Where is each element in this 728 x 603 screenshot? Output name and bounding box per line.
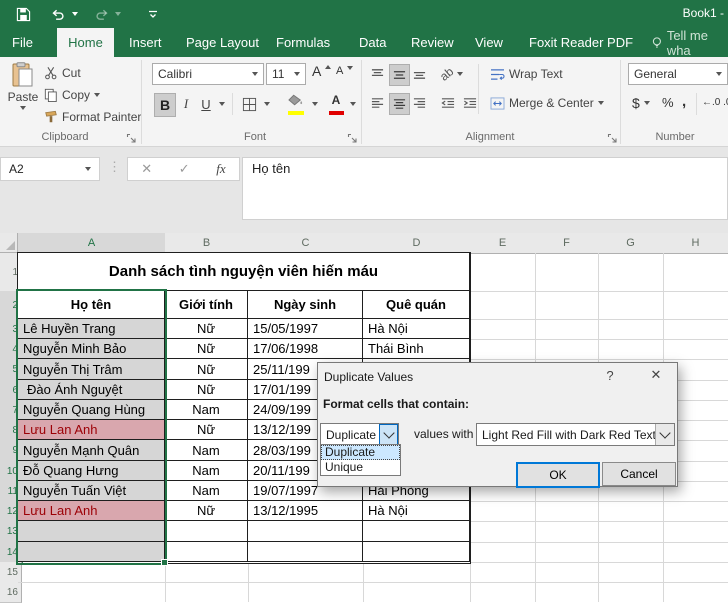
cell-B8[interactable]: Nữ (165, 420, 248, 440)
rule-type-value: Duplicate (321, 428, 376, 442)
cell-B3[interactable]: Nữ (165, 319, 248, 339)
cell-B4[interactable]: Nữ (165, 339, 248, 359)
ok-button[interactable]: OK (516, 462, 600, 488)
cell-A10[interactable]: Đỗ Quang Hưng (18, 461, 165, 481)
cell-D2[interactable]: Quê quán (363, 291, 470, 319)
cell-B9[interactable]: Nam (165, 440, 248, 461)
option-duplicate[interactable]: Duplicate (321, 445, 400, 460)
cell-B12[interactable]: Nữ (165, 501, 248, 521)
combo-open-button[interactable] (655, 424, 674, 445)
cell-A13[interactable] (18, 521, 165, 542)
cell-D3[interactable]: Hà Nội (363, 319, 470, 339)
cell-A1-title[interactable]: Danh sách tình nguyện viên hiến máu (18, 253, 470, 291)
cell-B14[interactable] (165, 542, 248, 562)
cell-A11[interactable]: Nguyễn Tuấn Việt (18, 481, 165, 501)
cell-D14[interactable] (363, 542, 470, 562)
cell-B5[interactable]: Nữ (165, 359, 248, 380)
cell-A3[interactable]: Lê Huyền Trang (18, 319, 165, 339)
dialog-title: Duplicate Values (324, 370, 413, 384)
cell-A14[interactable] (18, 542, 165, 562)
cell-B13[interactable] (165, 521, 248, 542)
cell-C4[interactable]: 17/06/1998 (248, 339, 363, 359)
cell-B7[interactable]: Nam (165, 400, 248, 420)
cell-A9[interactable]: Nguyễn Mạnh Quân (18, 440, 165, 461)
dialog-help-button[interactable]: ? (602, 367, 618, 383)
rule-type-combo[interactable]: Duplicate (320, 423, 399, 446)
cell-D12[interactable]: Hà Nội (363, 501, 470, 521)
cell-D13[interactable] (363, 521, 470, 542)
cell-C2[interactable]: Ngày sinh (248, 291, 363, 319)
cancel-button[interactable]: Cancel (602, 462, 676, 486)
chevron-down-icon (383, 427, 394, 438)
cell-A6[interactable]: Đào Ánh Nguyệt (18, 380, 165, 400)
rule-type-dropdown-list: Duplicate Unique (320, 444, 401, 476)
cell-B2[interactable]: Giới tính (165, 291, 248, 319)
option-unique[interactable]: Unique (321, 460, 400, 475)
cell-C13[interactable] (248, 521, 363, 542)
cell-A4[interactable]: Nguyễn Minh Bảo (18, 339, 165, 359)
chevron-down-icon (659, 427, 670, 438)
cell-B6[interactable]: Nữ (165, 380, 248, 400)
cell-B11[interactable]: Nam (165, 481, 248, 501)
cell-D4[interactable]: Thái Bình (363, 339, 470, 359)
format-style-combo[interactable]: Light Red Fill with Dark Red Text (476, 423, 675, 446)
cell-C12[interactable]: 13/12/1995 (248, 501, 363, 521)
cell-A5[interactable]: Nguyễn Thị Trâm (18, 359, 165, 380)
format-style-value: Light Red Fill with Dark Red Text (477, 428, 655, 442)
cell-A2-active[interactable]: Họ tên (18, 291, 165, 319)
dialog-close-button[interactable]: ✕ (648, 367, 664, 383)
format-cells-label: Format cells that contain: (323, 397, 469, 411)
values-with-label: values with (414, 427, 473, 441)
cell-C14[interactable] (248, 542, 363, 562)
combo-open-button[interactable] (379, 424, 398, 445)
cell-A12-duplicate[interactable]: Lưu Lan Anh (18, 501, 165, 521)
cell-A7[interactable]: Nguyễn Quang Hùng (18, 400, 165, 420)
cell-B10[interactable]: Nam (165, 461, 248, 481)
cell-C3[interactable]: 15/05/1997 (248, 319, 363, 339)
duplicate-values-dialog: Duplicate Values ? ✕ Format cells that c… (317, 362, 678, 487)
cell-A8-duplicate[interactable]: Lưu Lan Anh (18, 420, 165, 440)
